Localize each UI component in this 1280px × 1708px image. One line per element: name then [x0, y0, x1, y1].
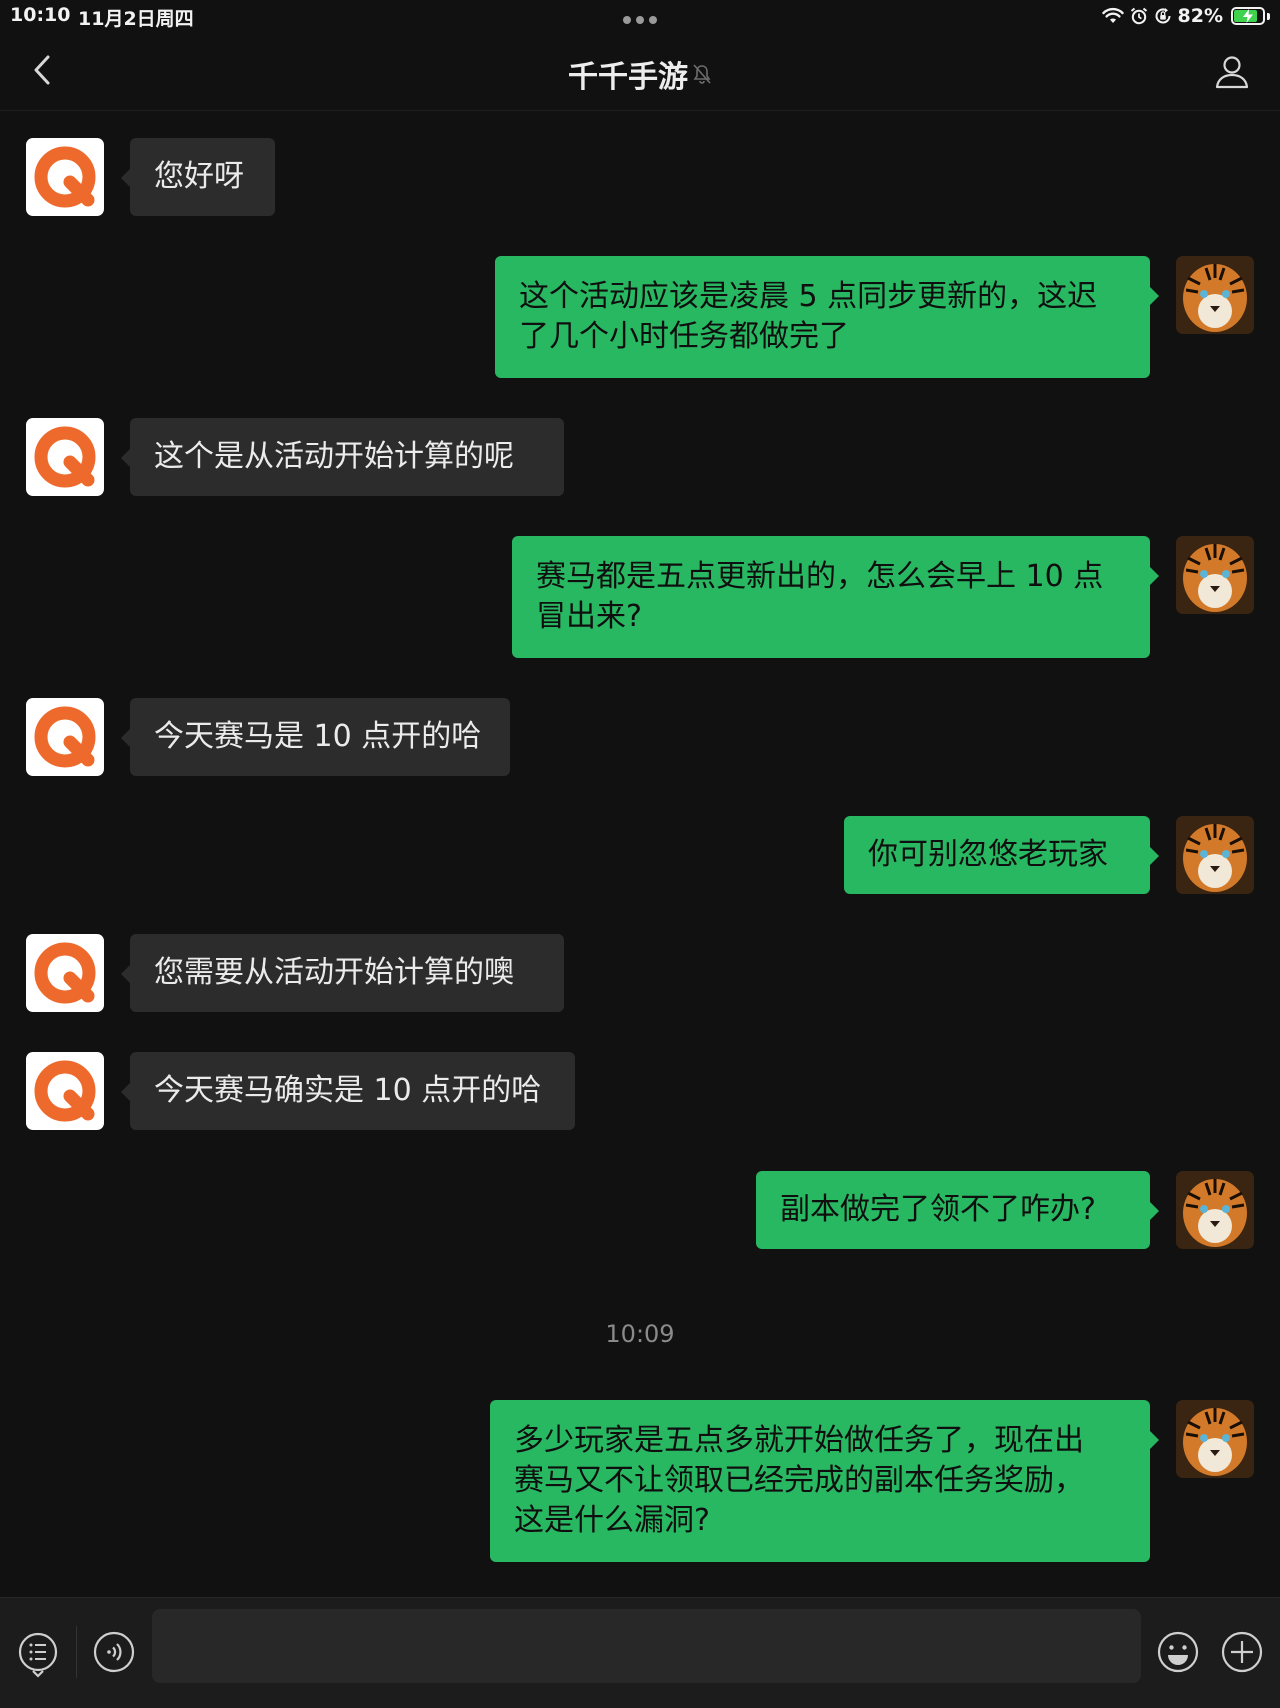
- plus-icon: [1221, 1631, 1263, 1673]
- message-bubble-outgoing[interactable]: 多少玩家是五点多就开始做任务了，现在出 赛马又不让领取已经完成的副本任务奖励， …: [490, 1400, 1159, 1562]
- status-indicators: 82%: [1101, 3, 1270, 29]
- toolbar-divider: [76, 1626, 77, 1678]
- person-icon: [1215, 56, 1249, 89]
- message-bubble-outgoing[interactable]: 这个活动应该是凌晨 5 点同步更新的，这迟 了几个小时任务都做完了: [495, 256, 1159, 378]
- user-avatar[interactable]: [1176, 536, 1254, 614]
- message-text: 多少玩家是五点多就开始做任务了，现在出 赛马又不让领取已经完成的副本任务奖励， …: [514, 1423, 1084, 1538]
- q-logo-icon: [34, 146, 96, 208]
- message-text: 你可别忽悠老玩家: [868, 837, 1108, 872]
- emoji-button[interactable]: [1156, 1630, 1200, 1674]
- contact-avatar[interactable]: [26, 1052, 104, 1130]
- wifi-icon: [1101, 7, 1124, 23]
- tiger-avatar-icon: [1176, 256, 1254, 334]
- user-avatar[interactable]: [1176, 256, 1254, 334]
- message-text: 这个是从活动开始计算的呢: [154, 439, 514, 474]
- voice-button[interactable]: [92, 1630, 136, 1674]
- message-text: 这个活动应该是凌晨 5 点同步更新的，这迟 了几个小时任务都做完了: [519, 279, 1098, 354]
- user-avatar[interactable]: [1176, 1400, 1254, 1478]
- tiger-avatar-icon: [1176, 1400, 1254, 1478]
- battery-tip: [1267, 12, 1270, 20]
- message-bubble-incoming[interactable]: 这个是从活动开始计算的呢: [121, 418, 564, 496]
- chat-title-text: 千千手游: [568, 60, 688, 95]
- message-text: 今天赛马确实是 10 点开的哈: [154, 1073, 542, 1108]
- voice-icon: [93, 1631, 135, 1673]
- timestamp-divider: 10:09: [605, 1320, 675, 1348]
- message-bubble-incoming[interactable]: 您需要从活动开始计算的噢: [121, 934, 564, 1012]
- user-avatar[interactable]: [1176, 1171, 1254, 1249]
- message-text: 今天赛马是 10 点开的哈: [154, 719, 482, 754]
- q-logo-icon: [34, 706, 96, 768]
- contact-avatar[interactable]: [26, 138, 104, 216]
- q-logo-icon: [34, 942, 96, 1004]
- menu-list-icon: [18, 1632, 58, 1678]
- tiger-avatar-icon: [1176, 1171, 1254, 1249]
- menu-list-button[interactable]: [16, 1630, 60, 1678]
- composer-bar: [0, 1597, 1280, 1708]
- contact-avatar[interactable]: [26, 698, 104, 776]
- message-bubble-outgoing[interactable]: 你可别忽悠老玩家: [844, 816, 1159, 894]
- chat-title: 千千手游: [0, 52, 1280, 96]
- status-bar: 10:10 11月2日周四 82%: [0, 0, 1280, 32]
- tiger-avatar-icon: [1176, 816, 1254, 894]
- tiger-avatar-icon: [1176, 536, 1254, 614]
- multitask-dots-icon[interactable]: [623, 16, 657, 24]
- message-text: 赛马都是五点更新出的，怎么会早上 10 点 冒出来?: [536, 559, 1104, 634]
- q-logo-icon: [34, 426, 96, 488]
- battery-icon: [1231, 7, 1265, 25]
- chat-info-button[interactable]: [1214, 54, 1250, 90]
- message-text: 副本做完了领不了咋办?: [780, 1192, 1096, 1227]
- status-time: 10:10: [10, 4, 71, 26]
- chat-header: 千千手游: [0, 32, 1280, 111]
- battery-percent: 82%: [1177, 5, 1223, 27]
- emoji-icon: [1157, 1631, 1199, 1673]
- mute-bell-icon: [693, 64, 711, 84]
- message-bubble-incoming[interactable]: 今天赛马是 10 点开的哈: [121, 698, 510, 776]
- contact-avatar[interactable]: [26, 418, 104, 496]
- status-date: 11月2日周四: [78, 8, 194, 30]
- q-logo-icon: [34, 1060, 96, 1122]
- message-bubble-outgoing[interactable]: 副本做完了领不了咋办?: [756, 1171, 1159, 1249]
- message-text: 您需要从活动开始计算的噢: [154, 955, 514, 990]
- message-bubble-incoming[interactable]: 今天赛马确实是 10 点开的哈: [121, 1052, 575, 1130]
- message-bubble-incoming[interactable]: 您好呀: [121, 138, 275, 216]
- contact-avatar[interactable]: [26, 934, 104, 1012]
- user-avatar[interactable]: [1176, 816, 1254, 894]
- message-text: 您好呀: [154, 159, 244, 194]
- orientation-lock-icon: [1155, 8, 1171, 24]
- message-input[interactable]: [152, 1609, 1141, 1683]
- more-button[interactable]: [1220, 1630, 1264, 1674]
- message-bubble-outgoing[interactable]: 赛马都是五点更新出的，怎么会早上 10 点 冒出来?: [512, 536, 1159, 658]
- alarm-icon: [1130, 7, 1147, 25]
